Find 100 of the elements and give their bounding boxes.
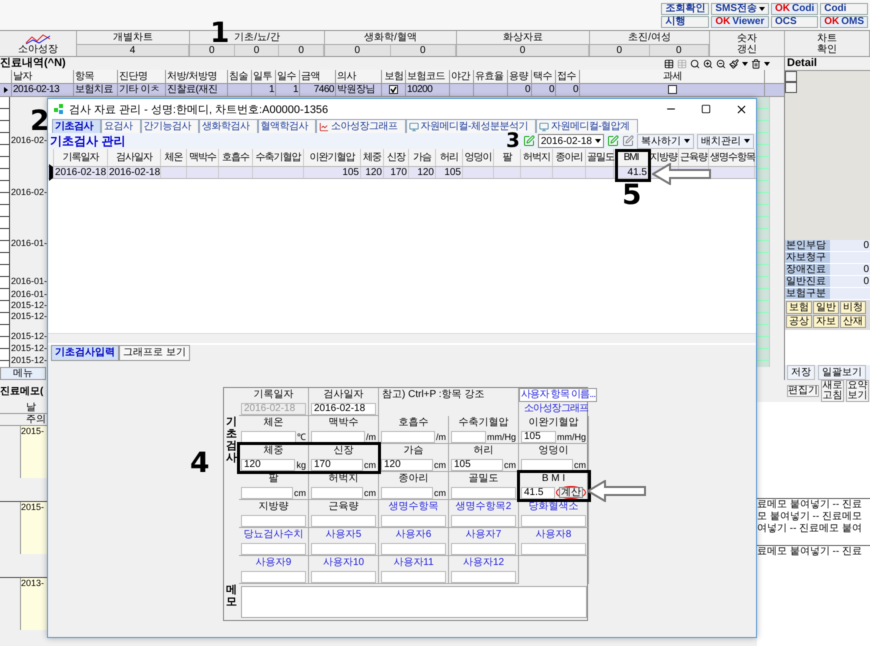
toolbar-button[interactable]: OK OMS bbox=[820, 16, 868, 28]
input-field[interactable] bbox=[381, 514, 446, 526]
tab[interactable]: 소아성장그래프 bbox=[316, 119, 406, 133]
monitor-icon bbox=[538, 122, 549, 132]
input-field[interactable] bbox=[521, 458, 573, 470]
table-cell: 2016-02-13 bbox=[12, 84, 74, 96]
input-field[interactable] bbox=[241, 430, 296, 442]
insurance-type-button[interactable]: 보험 bbox=[786, 301, 812, 314]
toolbar-button[interactable]: 시행 bbox=[661, 16, 710, 28]
date-text: 2015-12- bbox=[11, 343, 47, 356]
calculate-button[interactable]: 계산 bbox=[559, 487, 583, 498]
save-button[interactable]: 저장 bbox=[787, 365, 815, 380]
field-label: 지방량 bbox=[239, 500, 309, 514]
custom-names-button[interactable]: 사용자 항목 이름... bbox=[519, 388, 598, 402]
field-label: 사용자7 bbox=[449, 528, 519, 542]
brush-icon[interactable] bbox=[729, 58, 739, 68]
search-icon[interactable] bbox=[690, 58, 700, 68]
insurance-type-button[interactable]: 공상 bbox=[786, 315, 812, 328]
column-header: 의사 bbox=[336, 70, 382, 83]
table-cell: 보험치료 bbox=[74, 84, 118, 96]
table-cell: 0 bbox=[532, 84, 556, 96]
chart-label: 소아성장 bbox=[18, 44, 58, 54]
input-field[interactable]: 41.5 bbox=[521, 486, 555, 498]
insurance-type-button[interactable]: 비청 bbox=[840, 301, 866, 314]
tab[interactable]: 자원메디컬-혈압계 bbox=[536, 119, 638, 133]
input-field[interactable] bbox=[451, 514, 516, 526]
toolbar-button[interactable]: OK Viewer bbox=[711, 16, 769, 28]
delete-record-icon[interactable] bbox=[622, 135, 634, 147]
zoom-in-icon[interactable] bbox=[703, 58, 713, 68]
tab[interactable]: 생화학검사 bbox=[199, 119, 258, 133]
column-header: 종아리 bbox=[553, 149, 586, 166]
input-field[interactable] bbox=[451, 486, 516, 498]
table-cell: 170 bbox=[384, 167, 409, 178]
field-label: 엉덩이 bbox=[519, 444, 589, 458]
insurance-type-button[interactable]: 산재 bbox=[840, 315, 866, 328]
input-field[interactable] bbox=[311, 514, 376, 526]
date-text: 2016-01- bbox=[11, 288, 47, 300]
column-header: 처방/처방명 bbox=[166, 70, 228, 83]
tab[interactable]: 기초검사입력 bbox=[51, 345, 119, 361]
copy-button[interactable]: 복사하기 bbox=[637, 134, 694, 148]
add-record-icon[interactable] bbox=[522, 135, 535, 147]
window-title: 검사 자료 관리 - 성명:한메디, 차트번호:A00000-1356 bbox=[69, 102, 330, 116]
input-field[interactable] bbox=[241, 570, 306, 582]
table-cell: 105 bbox=[436, 167, 463, 178]
toolbar-button[interactable]: OCS bbox=[771, 16, 818, 28]
table-cell: 2016-02-18 bbox=[54, 167, 108, 178]
input-field[interactable] bbox=[451, 542, 516, 554]
input-field[interactable] bbox=[311, 430, 365, 442]
toolbar-button[interactable]: 조회확인 bbox=[661, 2, 710, 14]
input-field[interactable]: 120 bbox=[241, 458, 296, 470]
table-icon[interactable] bbox=[664, 58, 674, 68]
unit-label: cm bbox=[294, 488, 306, 498]
trash-icon[interactable] bbox=[751, 58, 761, 68]
input-field[interactable] bbox=[311, 570, 376, 582]
input-field[interactable] bbox=[311, 542, 376, 554]
toolbar-button[interactable]: OK Codi bbox=[771, 2, 818, 14]
zoom-out-icon[interactable] bbox=[716, 58, 726, 68]
view-all-button[interactable]: 일괄보기 bbox=[818, 365, 866, 380]
input-field[interactable] bbox=[311, 486, 363, 498]
input-field[interactable]: 105 bbox=[451, 458, 503, 470]
date-field[interactable]: 2016-02-18 bbox=[311, 402, 376, 414]
input-field[interactable]: 170 bbox=[311, 458, 363, 470]
edit-record-icon[interactable] bbox=[607, 135, 619, 147]
input-field[interactable] bbox=[381, 542, 446, 554]
input-field[interactable] bbox=[381, 486, 433, 498]
input-field[interactable] bbox=[241, 542, 306, 554]
batch-button[interactable]: 배치관리 bbox=[697, 134, 754, 148]
input-field[interactable]: 120 bbox=[381, 458, 433, 470]
tab[interactable]: 요검사 bbox=[101, 119, 140, 133]
input-field[interactable] bbox=[521, 514, 586, 526]
menu-tab[interactable]: 메뉴 bbox=[0, 367, 46, 380]
date-picker[interactable]: 2016-02-18 bbox=[538, 134, 604, 148]
memo-button[interactable]: 요약 보기 bbox=[846, 380, 869, 402]
tab[interactable]: 그래프로 보기 bbox=[119, 345, 190, 361]
column-header: 일수 bbox=[276, 70, 300, 83]
input-field[interactable] bbox=[451, 570, 516, 582]
input-field[interactable] bbox=[381, 430, 435, 442]
table-row[interactable]: 2016-02-13 보험치료 기타 이ㅊ 진찰료(재진 1 1 7460 박원장님 10200 0 0 0 bbox=[0, 84, 784, 97]
input-field[interactable] bbox=[241, 514, 306, 526]
tab[interactable]: 기초검사 bbox=[52, 119, 101, 133]
memo-field[interactable] bbox=[241, 586, 587, 618]
tab[interactable]: 간기능검사 bbox=[140, 119, 199, 133]
monitor-icon bbox=[408, 122, 418, 132]
insurance-type-button[interactable]: 자보 bbox=[813, 315, 839, 328]
growth-chart-link[interactable]: 소아성장그래프 bbox=[523, 403, 590, 415]
memo-button[interactable]: 새로 고침 bbox=[821, 380, 844, 402]
tab[interactable]: 자원메디컬-체성분분석기 bbox=[406, 119, 536, 133]
input-field[interactable] bbox=[451, 430, 486, 442]
input-field[interactable] bbox=[521, 542, 586, 554]
toolbar-button[interactable]: Codi bbox=[820, 2, 868, 14]
memo-button[interactable]: 편집기 bbox=[787, 385, 819, 397]
insurance-type-button[interactable]: 일반 bbox=[813, 301, 839, 314]
tab[interactable]: 혈액학검사 bbox=[258, 119, 316, 133]
field-label: 사용자9 bbox=[239, 556, 309, 570]
input-field[interactable] bbox=[381, 570, 446, 582]
table-row[interactable]: 2016-02-18 2016-02-18 105 120 170 120 105 41.5 bbox=[48, 167, 756, 179]
toolbar-button[interactable]: SMS전송 bbox=[711, 2, 769, 14]
field-label: 수축기혈압 bbox=[449, 416, 519, 430]
input-field[interactable] bbox=[241, 486, 293, 498]
input-field[interactable]: 105 bbox=[521, 430, 556, 442]
